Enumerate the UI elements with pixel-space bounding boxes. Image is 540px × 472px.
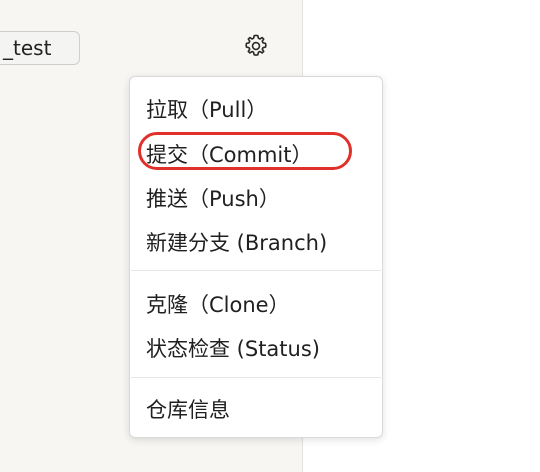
menu-item-commit[interactable]: 提交（Commit）: [146, 135, 313, 173]
settings-button[interactable]: [238, 30, 274, 66]
menu-item-repo-info[interactable]: 仓库信息: [146, 390, 230, 428]
gear-icon: [243, 33, 269, 63]
menu-item-new-branch[interactable]: 新建分支 (Branch): [146, 223, 327, 261]
menu-item-clone[interactable]: 克隆（Clone）: [146, 285, 290, 323]
menu-item-status[interactable]: 状态检查 (Status): [146, 329, 320, 367]
menu-item-push[interactable]: 推送（Push）: [146, 179, 280, 217]
git-actions-menu: 拉取（Pull） 提交（Commit） 推送（Push） 新建分支 (Branc…: [129, 76, 383, 438]
app-window: _test 拉取（Pull） 提交（Commit） 推送（Push） 新建分支 …: [0, 0, 540, 472]
repo-name-label: _test: [3, 36, 52, 60]
menu-separator: [131, 270, 381, 271]
menu-item-pull[interactable]: 拉取（Pull）: [146, 90, 267, 128]
repo-name-chip[interactable]: _test: [0, 31, 80, 65]
menu-separator: [131, 377, 381, 378]
